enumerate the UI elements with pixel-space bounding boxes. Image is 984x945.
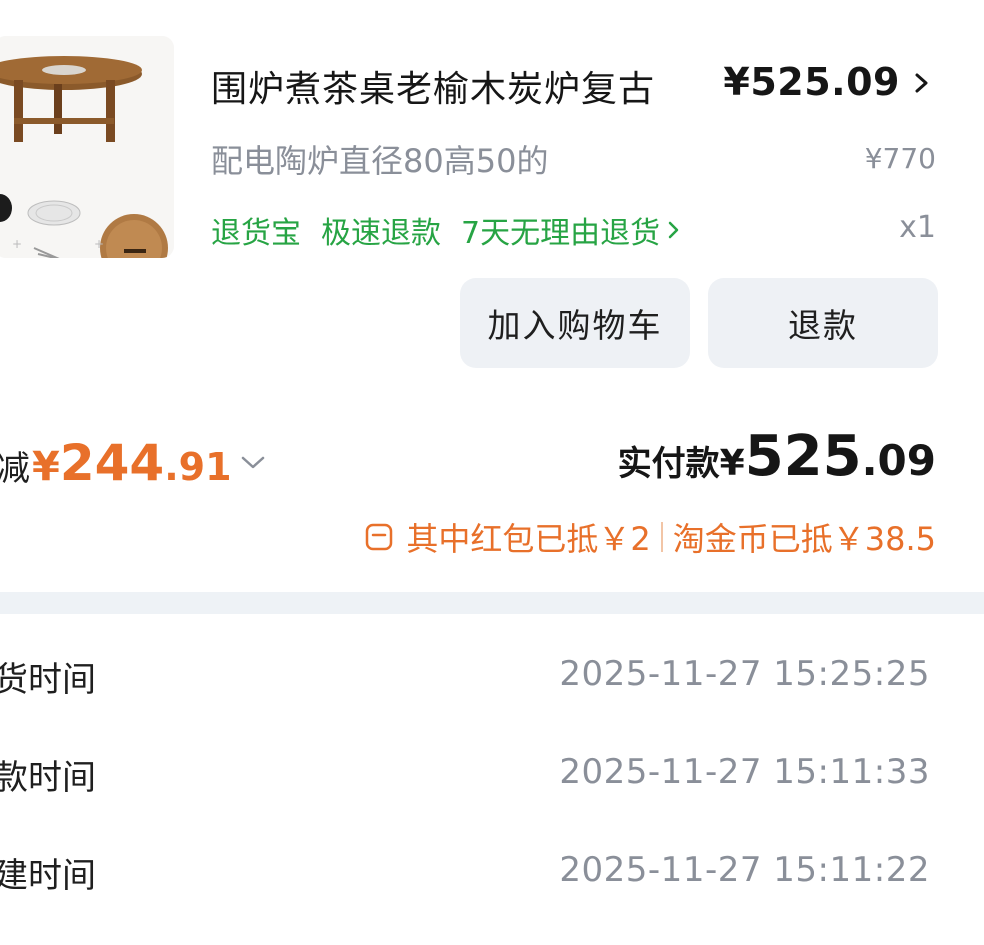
product-title[interactable]: 围炉煮茶桌老榆木炭炉复古 bbox=[211, 60, 655, 112]
tag-return-insurance: 退货宝 bbox=[211, 216, 301, 251]
time-value: 2025-11-27 15:11:33 bbox=[559, 752, 930, 792]
product-thumbnail[interactable]: + + bbox=[0, 36, 174, 258]
time-label: 货时间 bbox=[0, 660, 96, 700]
add-to-cart-button[interactable]: 加入购物车 bbox=[460, 278, 690, 368]
discount-currency: ¥ bbox=[32, 444, 60, 490]
paid-amount: 实付款 ¥ 525 .09 bbox=[618, 424, 936, 489]
time-value: 2025-11-27 15:25:25 bbox=[559, 654, 930, 694]
tag-7day-return: 7天无理由退货 bbox=[461, 216, 661, 251]
wallet-icon bbox=[366, 523, 393, 551]
chevron-right-icon bbox=[668, 221, 679, 239]
original-price: ¥770 bbox=[864, 142, 936, 175]
tag-fast-refund: 极速退款 bbox=[321, 216, 441, 251]
quantity: x1 bbox=[899, 210, 936, 245]
paid-amount-dec: .09 bbox=[861, 436, 936, 485]
paid-currency: ¥ bbox=[719, 443, 745, 484]
paid-label: 实付款 bbox=[617, 444, 720, 484]
product-price[interactable]: ¥525.09 bbox=[723, 60, 900, 104]
coin-deduction: 淘金币已抵￥38.5 bbox=[672, 520, 936, 558]
red-packet-deduction: 其中红包已抵￥2 bbox=[406, 520, 651, 558]
time-label: 款时间 bbox=[0, 758, 96, 798]
product-spec: 配电陶炉直径80高50的 bbox=[211, 142, 549, 180]
discount-label: 减 bbox=[0, 449, 30, 489]
time-label: 建时间 bbox=[0, 856, 96, 896]
service-tags[interactable]: 退货宝 极速退款 7天无理由退货 bbox=[211, 208, 682, 252]
time-row: 货时间 2025-11-27 15:25:25 bbox=[0, 646, 984, 706]
svg-text:+: + bbox=[12, 237, 22, 251]
time-value: 2025-11-27 15:11:22 bbox=[559, 850, 930, 890]
svg-text:+: + bbox=[94, 237, 104, 251]
time-row: 建时间 2025-11-27 15:11:22 bbox=[0, 842, 984, 902]
product-image: + + bbox=[0, 36, 174, 258]
time-row: 款时间 2025-11-27 15:11:33 bbox=[0, 744, 984, 804]
paid-amount-int: 525 bbox=[744, 424, 862, 489]
discount-summary[interactable]: 减 ¥ 244 .91 bbox=[0, 434, 266, 492]
section-divider bbox=[0, 592, 984, 614]
chevron-down-icon bbox=[241, 456, 264, 469]
divider bbox=[660, 522, 663, 552]
discount-amount-int: 244 bbox=[59, 434, 165, 492]
discount-amount-dec: .91 bbox=[164, 445, 232, 489]
chevron-right-icon[interactable] bbox=[912, 66, 932, 100]
subsidy-line[interactable]: 其中红包已抵￥2 淘金币已抵￥38.5 bbox=[364, 514, 936, 560]
refund-button[interactable]: 退款 bbox=[708, 278, 938, 368]
